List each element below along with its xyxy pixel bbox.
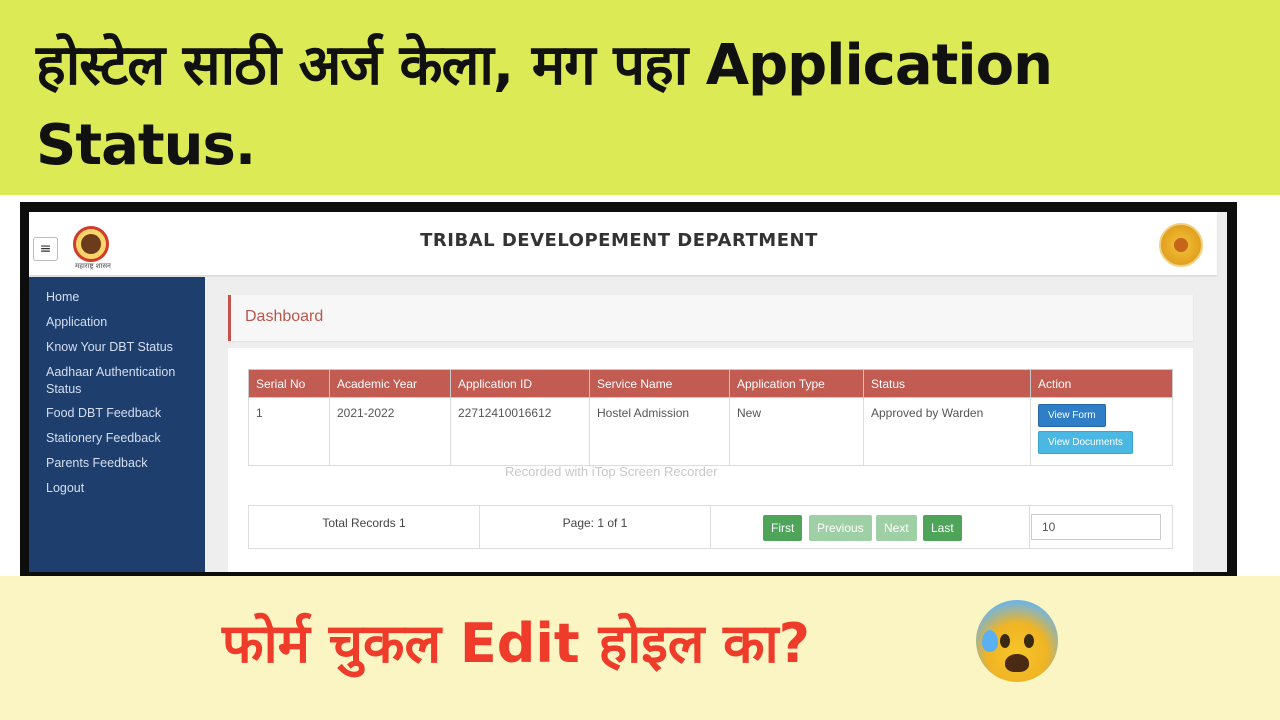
last-page-button[interactable]: Last	[923, 515, 962, 541]
app-window: ≡ महाराष्ट्र शासन TRIBAL DEVELOPEMENT DE…	[29, 212, 1227, 572]
header-service-name: Service Name	[589, 369, 730, 398]
next-page-button[interactable]: Next	[876, 515, 917, 541]
pagination-bar: Total Records 1 Page: 1 of 1 First Previ…	[248, 505, 1173, 549]
table-row: 1 2021-2022 22712410016612 Hostel Admiss…	[248, 397, 1173, 466]
page-info-label: Page: 1 of 1	[562, 516, 628, 530]
header-serial-no: Serial No	[248, 369, 330, 398]
emoji-mouth	[1005, 654, 1029, 672]
total-records-label: Total Records 1	[322, 516, 406, 530]
emoji-eye-right	[1024, 634, 1034, 648]
pager-buttons-cell: First Previous Next Last	[711, 506, 1030, 548]
dashboard-header: Dashboard	[228, 295, 1193, 341]
emblem-core	[1174, 238, 1188, 252]
sweat-drop	[982, 630, 998, 652]
page-size-input[interactable]: 10	[1031, 514, 1161, 540]
header-application-id: Application ID	[450, 369, 590, 398]
view-documents-button[interactable]: View Documents	[1038, 431, 1133, 454]
logo-emblem-icon	[81, 234, 101, 254]
menu-toggle-button[interactable]: ≡	[33, 237, 58, 261]
total-records-cell: Total Records 1	[249, 506, 480, 548]
applications-panel: Serial No Academic Year Application ID S…	[228, 348, 1193, 572]
table-header-row: Serial No Academic Year Application ID S…	[248, 369, 1173, 398]
cell-application-id: 22712410016612	[450, 397, 590, 466]
sidebar: Home Application Know Your DBT Status Aa…	[29, 277, 205, 572]
header-application-type: Application Type	[729, 369, 864, 398]
top-caption: होस्टेल साठी अर्ज केला, मग पहा Applicati…	[36, 33, 1053, 178]
first-page-button[interactable]: First	[763, 515, 803, 541]
sidebar-item-home[interactable]: Home	[46, 289, 196, 306]
page-title: Dashboard	[245, 308, 324, 325]
hamburger-icon: ≡	[39, 241, 52, 257]
sidebar-item-food-feedback[interactable]: Food DBT Feedback	[46, 405, 196, 422]
sidebar-item-dbt-status[interactable]: Know Your DBT Status	[46, 339, 196, 356]
state-emblem-icon	[1159, 223, 1203, 267]
app-header: ≡ महाराष्ट्र शासन TRIBAL DEVELOPEMENT DE…	[29, 212, 1217, 276]
recorder-watermark: Recorded with iTop Screen Recorder	[505, 464, 718, 479]
cell-service-name: Hostel Admission	[589, 397, 730, 466]
department-logo: महाराष्ट्र शासन	[69, 218, 117, 270]
sidebar-item-parents-feedback[interactable]: Parents Feedback	[46, 455, 196, 472]
logo-caption: महाराष्ट्र शासन	[75, 262, 111, 270]
cell-status: Approved by Warden	[863, 397, 1031, 466]
emoji-eye-left	[1000, 634, 1010, 648]
sidebar-item-stationery-feedback[interactable]: Stationery Feedback	[46, 430, 196, 447]
cell-application-type: New	[729, 397, 864, 466]
header-action: Action	[1030, 369, 1173, 398]
page-info-cell: Page: 1 of 1	[480, 506, 711, 548]
header-status: Status	[863, 369, 1031, 398]
cell-action: View Form View Documents	[1030, 397, 1173, 466]
main-content: Dashboard Serial No Academic Year Applic…	[205, 277, 1217, 572]
mouse-cursor-icon	[1131, 466, 1149, 484]
bottom-caption: फोर्म चुकल Edit होइल का?	[222, 612, 810, 675]
app-title: TRIBAL DEVELOPEMENT DEPARTMENT	[420, 230, 818, 251]
cell-academic-year: 2021-2022	[329, 397, 451, 466]
sidebar-item-aadhaar-status[interactable]: Aadhaar Authentication Status	[46, 364, 196, 398]
header-academic-year: Academic Year	[329, 369, 451, 398]
cell-serial-no: 1	[248, 397, 330, 466]
anxious-face-with-sweat-icon	[976, 600, 1058, 682]
applications-table: Serial No Academic Year Application ID S…	[248, 369, 1173, 466]
previous-page-button[interactable]: Previous	[809, 515, 872, 541]
sidebar-item-logout[interactable]: Logout	[46, 480, 196, 497]
sidebar-item-application[interactable]: Application	[46, 314, 196, 331]
view-form-button[interactable]: View Form	[1038, 404, 1106, 427]
